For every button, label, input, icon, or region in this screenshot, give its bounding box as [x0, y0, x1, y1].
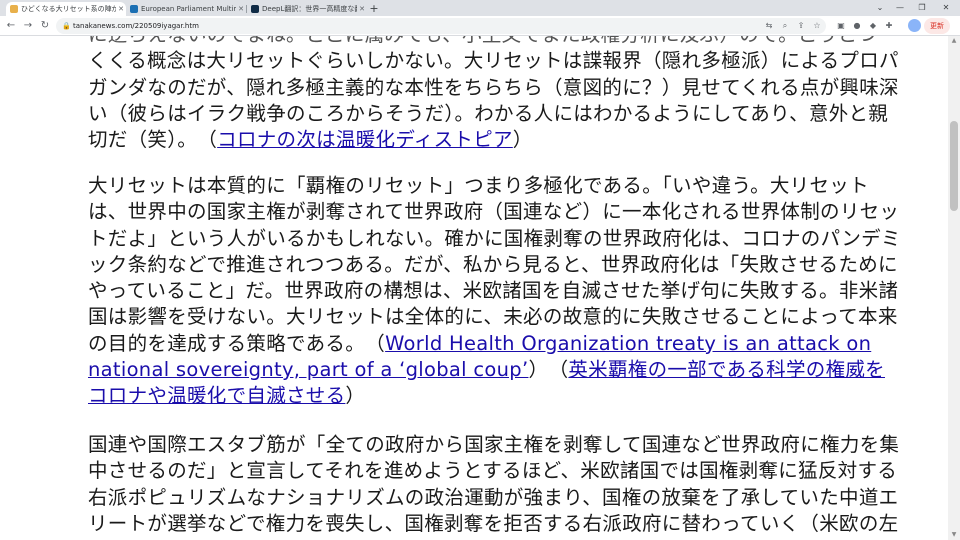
paragraph-text: の目的を達成する策略である。 （ [88, 331, 386, 355]
link-science-authority-line1[interactable]: 英米覇権の一部である科学の権威を [568, 358, 885, 381]
url-text[interactable]: tanakanews.com/220509iyagar.htm [73, 18, 199, 34]
paragraph-line: 切だ（笑）。 （コロナの次は温暖化ディストピア） [88, 127, 918, 153]
close-tab-icon[interactable]: ✕ [236, 5, 246, 13]
paragraph-line: い（彼らはイラク戦争のころからそうだ）。わかる人にはわかるようにしてあり、意外と… [88, 101, 889, 125]
article-paragraph-1: に逆らえないのでまね。どこに属みても、小主文でまた政権分析に及ぶ）ので。こうとつ… [88, 36, 918, 153]
paragraph-text: ） （ [528, 358, 569, 382]
link-science-authority-line2[interactable]: コロナや温暖化で自滅させる [88, 384, 345, 407]
extension-icon[interactable]: ◆ [866, 19, 880, 33]
paragraph-line: 中させるのだ」と宣言してそれを進めようとするほど、米欧諸国では国権剥奪に猛反対す… [88, 459, 898, 483]
back-icon[interactable]: ← [3, 18, 19, 34]
paragraph-text: ） [512, 128, 533, 152]
zoom-icon[interactable]: ⌕ [778, 18, 792, 34]
page-scrollbar[interactable]: ▲ ▼ [948, 36, 960, 540]
close-tab-icon[interactable]: ✕ [357, 5, 367, 13]
paragraph-line: ック条約などで推進されつつある。だが、私から見ると、世界政府化は「失敗させるため… [88, 252, 898, 276]
tab-deepl[interactable]: DeepL翻訳：世界一高精度な翻訳 ✕ [247, 2, 367, 16]
paragraph-line: 国連や国際エスタブ筋が「全ての政府から国家主権を剥奪して国連など世界政府に権力を… [88, 433, 900, 456]
tab-european-parliament[interactable]: European Parliament Multimedia ✕ [126, 2, 246, 16]
scroll-down-icon[interactable]: ▼ [948, 530, 960, 540]
deepl-favicon-icon [251, 5, 259, 13]
minimize-icon[interactable]: — [888, 0, 912, 16]
close-window-icon[interactable]: ✕ [934, 0, 958, 16]
extensions-puzzle-icon[interactable]: ✚ [882, 19, 896, 33]
close-tab-icon[interactable]: ✕ [116, 5, 126, 13]
paragraph-line: リートが選挙などで権力を喪失し、国権剥奪を拒否する右派政府に替わっていく（米欧の… [88, 511, 899, 535]
browser-toolbar: ← → ↻ 🔒 tanakanews.com/220509iyagar.htm … [0, 16, 960, 36]
link-who-treaty-line2[interactable]: national sovereignty, part of a ‘global … [88, 358, 528, 381]
paragraph-line: の目的を達成する策略である。 （World Health Organizatio… [88, 331, 918, 357]
profile-avatar[interactable] [908, 19, 921, 32]
paragraph-line: トだよ」という人がいるかもしれない。確かに国権剥奪の世界政府化は、コロナのパンデ… [88, 226, 901, 250]
paragraph-line: は、世界中の国家主権が剥奪されて世界政府（国連など）に一本化される世界体制のリセ… [88, 200, 900, 224]
lock-icon: 🔒 [62, 22, 71, 30]
paragraph-line: ガンダなのだが、隠れ多極主義的な本性をちらちら（意図的に？）見せてくれる点が興味… [88, 75, 899, 99]
address-bar[interactable]: 🔒 tanakanews.com/220509iyagar.htm ⇆ ⌕ ⇪ … [56, 18, 826, 34]
page-content: に逆らえないのでまね。どこに属みても、小主文でまた政権分析に及ぶ）ので。こうとつ… [0, 36, 948, 540]
paragraph-line: くくる概念は大リセットぐらいしかない。大リセットは諜報界（隠れ多極派）によるプロ… [88, 49, 899, 73]
paragraph-line: national sovereignty, part of a ‘global … [88, 357, 918, 383]
paragraph-line: に逆らえないのでまね。どこに属みても、小主文でまた政権分析に及ぶ）ので。こうとつ [88, 36, 918, 48]
tanakanews-favicon-icon [10, 5, 18, 13]
european-parliament-favicon-icon [130, 5, 138, 13]
paragraph-line: 右派ポピュリズムなナショナリズムの政治運動が強まり、国権の放棄を了承していた中道… [88, 485, 899, 509]
extension-icon[interactable]: ▣ [834, 19, 848, 33]
update-button[interactable]: 更新 [924, 18, 950, 34]
paragraph-text: 切だ（笑）。 （ [88, 128, 218, 152]
forward-icon[interactable]: → [20, 18, 36, 34]
article-paragraph-3: 国連や国際エスタブ筋が「全ての政府から国家主権を剥奪して国連など世界政府に権力を… [88, 432, 918, 537]
scroll-up-icon[interactable]: ▲ [948, 36, 960, 46]
maximize-icon[interactable]: ❐ [910, 0, 934, 16]
bookmark-star-icon[interactable]: ☆ [810, 18, 824, 34]
link-who-treaty-line1[interactable]: World Health Organization treaty is an a… [385, 332, 871, 355]
paragraph-text: ） [345, 384, 366, 408]
new-tab-icon[interactable]: + [367, 2, 381, 16]
tab-title: European Parliament Multimedia [141, 5, 236, 13]
paragraph-line: 大リセットは本質的に「覇権のリセット」つまり多極化である。「いや違う。大リセット [88, 174, 869, 197]
article-paragraph-2: 大リセットは本質的に「覇権のリセット」つまり多極化である。「いや違う。大リセット… [88, 173, 918, 410]
tab-title: ひどくなる大リセット系の陣がらせ [21, 5, 116, 13]
paragraph-line: やっていること」だ。世界政府の構想は、米欧諸国を自滅させた挙げ句に失敗する。非米… [88, 279, 899, 303]
link-corona-global-warming-dystopia[interactable]: コロナの次は温暖化ディストピア [217, 128, 513, 151]
tab-strip: ひどくなる大リセット系の陣がらせ ✕ European Parliament M… [0, 0, 960, 16]
tab-tanakanews[interactable]: ひどくなる大リセット系の陣がらせ ✕ [6, 2, 126, 16]
paragraph-line: 国は影響を受けない。大リセットは全体的に、未必の故意的に失敗させることによって本… [88, 305, 898, 329]
tab-title: DeepL翻訳：世界一高精度な翻訳 [262, 5, 357, 13]
translate-icon[interactable]: ⇆ [762, 18, 776, 34]
extension-icon[interactable]: ● [850, 19, 864, 33]
share-icon[interactable]: ⇪ [794, 18, 808, 34]
reload-icon[interactable]: ↻ [37, 18, 53, 34]
paragraph-line: コロナや温暖化で自滅させる） [88, 383, 918, 409]
scrollbar-thumb[interactable] [950, 121, 958, 211]
